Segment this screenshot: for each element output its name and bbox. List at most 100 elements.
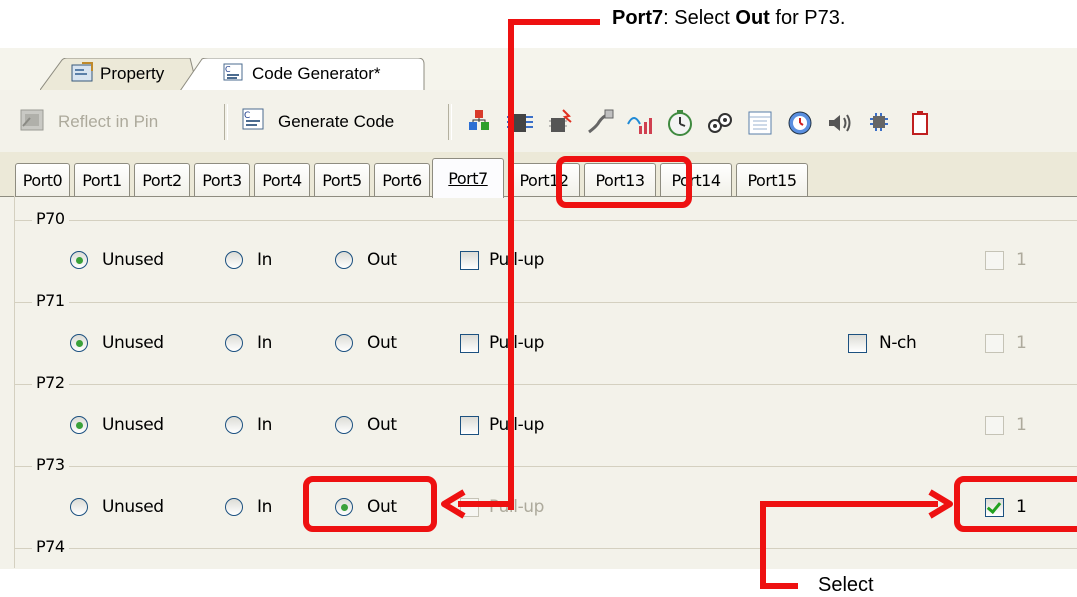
generate-code-icon: C [238, 106, 268, 139]
tab-port6[interactable]: Port6 [374, 163, 430, 197]
checkbox-indicator [985, 415, 1004, 435]
radio-indicator [225, 416, 243, 434]
port7-highlight-box [556, 156, 692, 208]
adc-icon[interactable] [625, 108, 655, 138]
p71-out-radio[interactable]: Out [335, 333, 397, 353]
p72-in-radio[interactable]: In [225, 415, 272, 435]
tab-port4[interactable]: Port4 [254, 163, 310, 197]
checkbox-indicator [848, 333, 867, 353]
radio-indicator [225, 251, 243, 269]
radio-label: Unused [102, 250, 164, 270]
radio-indicator [70, 416, 88, 434]
checkbox-label: Pull-up [489, 333, 545, 353]
p70-unused-radio[interactable]: Unused [70, 250, 164, 270]
interval-timer-icon[interactable] [785, 108, 815, 138]
toolbar-separator [224, 104, 228, 140]
radio-indicator [335, 334, 353, 352]
radio-indicator [225, 334, 243, 352]
p72-pullup-checkbox[interactable]: Pull-up [460, 415, 544, 435]
radio-label: In [257, 497, 272, 517]
p70-in-radio[interactable]: In [225, 250, 272, 270]
serial-icon[interactable] [585, 108, 615, 138]
radio-indicator [70, 498, 88, 516]
group-divider [14, 220, 1077, 221]
tab-code-generator[interactable]: C Code Generator* [180, 58, 428, 91]
p73-unused-radio[interactable]: Unused [70, 497, 164, 517]
tab-port2[interactable]: Port2 [134, 163, 190, 197]
checkbox-label: 1 [1016, 415, 1027, 435]
radio-label: Unused [102, 415, 164, 435]
note-leader-vertical [508, 19, 514, 510]
checkbox-label: Pull-up [489, 415, 545, 435]
radio-label: In [257, 333, 272, 353]
checkbox-label: 1 [1016, 333, 1027, 353]
checkbox-indicator [985, 333, 1004, 353]
radio-indicator [70, 334, 88, 352]
group-divider [14, 302, 1077, 303]
property-icon [70, 61, 94, 88]
tab-port15[interactable]: Port15 [736, 163, 808, 197]
value-checkbox-highlight-box [954, 476, 1077, 532]
watchdog-icon[interactable] [705, 108, 735, 138]
p72-unused-radio[interactable]: Unused [70, 415, 164, 435]
code-generator-icon: C [220, 61, 246, 88]
p70-out-radio[interactable]: Out [335, 250, 397, 270]
note-leader-horizontal [510, 19, 600, 25]
top-instruction-note: Port7: Select Out for P73. [612, 7, 845, 30]
generate-code-label: Generate Code [278, 112, 395, 131]
buzzer-icon[interactable] [825, 108, 855, 138]
clock-gen-icon[interactable] [465, 108, 495, 138]
p71-pullup-checkbox[interactable]: Pull-up [460, 333, 544, 353]
tab-port0[interactable]: Port0 [15, 163, 70, 197]
tab-property[interactable]: Property [40, 58, 200, 90]
reflect-in-pin-icon [18, 106, 48, 139]
group-divider [14, 384, 1077, 385]
radio-indicator [335, 251, 353, 269]
tab-port1[interactable]: Port1 [74, 163, 130, 197]
p71-in-radio[interactable]: In [225, 333, 272, 353]
generate-code-button[interactable]: C Generate Code [238, 104, 394, 140]
radio-label: Unused [102, 497, 164, 517]
radio-label: Out [367, 333, 397, 353]
radio-label: In [257, 250, 272, 270]
note-bold-port7: Port7 [612, 7, 664, 29]
radio-label: In [257, 415, 272, 435]
group-label-p73: P73 [32, 455, 69, 474]
arrow-to-value-checkbox [928, 489, 953, 519]
p71-unused-radio[interactable]: Unused [70, 333, 164, 353]
reflect-in-pin-label: Reflect in Pin [58, 112, 159, 131]
reflect-in-pin-button[interactable]: Reflect in Pin [18, 104, 158, 140]
radio-label: Out [367, 250, 397, 270]
interrupt-icon[interactable] [545, 108, 575, 138]
p71-nch-checkbox[interactable]: N-ch [848, 333, 917, 353]
p72-output-value-checkbox: 1 [985, 415, 1027, 435]
tab-port3[interactable]: Port3 [194, 163, 250, 197]
arrow-to-out-radio [441, 489, 466, 519]
tab-port7[interactable]: Port7 [432, 158, 504, 198]
note-bold-out: Out [735, 7, 770, 29]
dma-icon[interactable] [865, 108, 895, 138]
svg-text:C: C [225, 65, 231, 74]
rtc-icon[interactable] [745, 108, 775, 138]
radio-indicator [225, 498, 243, 516]
select-note: Select [818, 574, 874, 596]
tab-port5[interactable]: Port5 [314, 163, 370, 197]
tab-property-label: Property [100, 64, 165, 83]
select-leader-bottom [760, 583, 798, 589]
p73-in-radio[interactable]: In [225, 497, 272, 517]
group-label-p70: P70 [32, 209, 69, 228]
timer-icon[interactable] [665, 108, 695, 138]
checkbox-label: Pull-up [489, 497, 545, 517]
p70-pullup-checkbox[interactable]: Pull-up [460, 250, 544, 270]
group-label-p74: P74 [32, 537, 69, 556]
checkbox-label: N-ch [879, 333, 917, 353]
select-leader-horizontal [762, 501, 938, 507]
svg-text:C: C [244, 111, 250, 121]
group-divider [14, 548, 1077, 549]
battery-icon[interactable] [905, 108, 935, 138]
p72-out-radio[interactable]: Out [335, 415, 397, 435]
group-frame-left [14, 196, 15, 568]
radio-indicator [70, 251, 88, 269]
checkbox-label: 1 [1016, 250, 1027, 270]
p71-output-value-checkbox: 1 [985, 333, 1027, 353]
